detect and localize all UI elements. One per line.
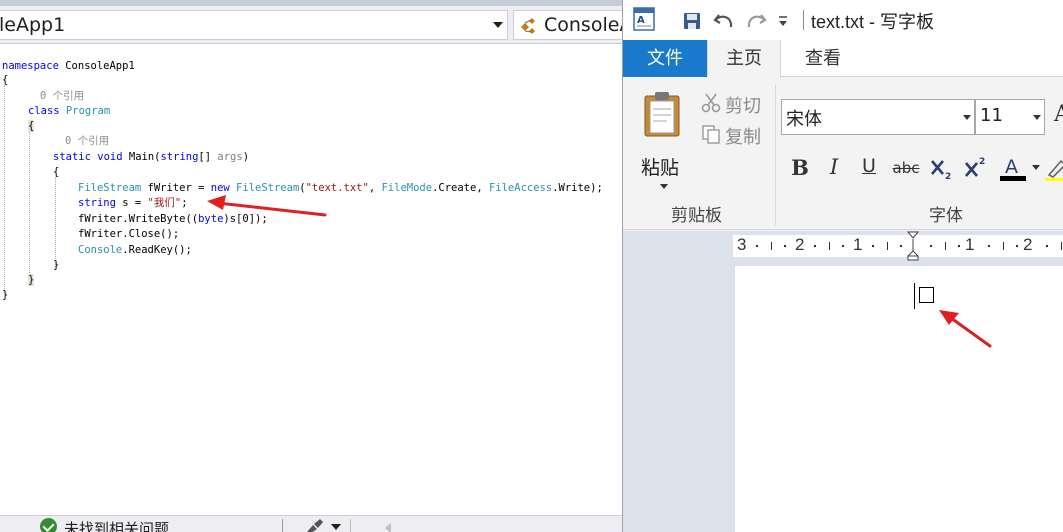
ruler-dot	[784, 245, 786, 247]
font-size-select[interactable]: 11	[975, 99, 1045, 135]
superscript-icon: 2	[965, 157, 985, 177]
save-icon[interactable]	[683, 12, 701, 30]
wordpad-app-icon[interactable]: A	[633, 7, 655, 31]
ruler-dot	[842, 245, 844, 247]
clipboard-icon	[644, 92, 680, 137]
scroll-left-icon[interactable]	[385, 523, 391, 532]
text-color-button[interactable]: A	[999, 155, 1027, 185]
ruler-number: 1	[965, 235, 975, 254]
scissors-icon	[701, 93, 721, 113]
paste-button[interactable]: 粘贴	[635, 87, 691, 191]
ruler-dot	[958, 245, 960, 247]
tab-home[interactable]: 主页	[707, 40, 781, 78]
annotation-arrow	[207, 195, 327, 217]
ribbon: 粘贴 剪切 复制 剪贴板 宋体 11 B I U abc 2 2 A 字体	[623, 77, 1063, 230]
ribbon-group-separator	[775, 85, 776, 225]
superscript-button[interactable]: 2	[963, 155, 989, 185]
subscript-icon: 2	[931, 160, 951, 182]
check-circle-icon	[40, 518, 57, 532]
status-separator	[282, 519, 283, 532]
chevron-down-icon[interactable]	[1032, 165, 1040, 170]
bold-button[interactable]: B	[789, 155, 811, 185]
copy-label: 复制	[725, 127, 761, 148]
subscript-button[interactable]: 2	[929, 155, 955, 185]
wordpad-window: A text.txt - 写字板 文件 主页 查看 粘贴 剪切 复制 剪贴板 宋…	[622, 0, 1063, 532]
ruler-area: 3 2 1 1 2	[623, 231, 1063, 266]
tab-file[interactable]: 文件	[623, 40, 707, 77]
redo-icon[interactable]	[745, 11, 767, 31]
window-title: text.txt - 写字板	[811, 12, 935, 32]
ruler-tick	[945, 242, 946, 250]
ruler-tick	[1003, 242, 1004, 250]
customize-toolbar-icon[interactable]	[777, 15, 789, 27]
paste-label: 粘贴	[641, 157, 680, 179]
copy-icon	[702, 125, 720, 144]
svg-text:2: 2	[945, 172, 951, 181]
document-area	[623, 266, 1063, 532]
indent-marker-icon[interactable]	[907, 231, 919, 261]
highlighter-icon	[1045, 159, 1063, 181]
italic-button[interactable]: I	[823, 155, 845, 185]
ruler-dot	[988, 245, 990, 247]
ruler-tick	[887, 242, 888, 250]
ruler-tick	[771, 242, 772, 250]
ruler-dot	[900, 245, 902, 247]
underline-button[interactable]: U	[857, 155, 881, 185]
tab-view[interactable]: 查看	[783, 40, 863, 77]
annotation-arrow	[939, 310, 992, 348]
ruler-number: 3	[737, 235, 747, 254]
ruler-dot	[930, 245, 932, 247]
text-color-icon: A	[1000, 156, 1026, 181]
chevron-down-icon[interactable]	[963, 115, 971, 120]
grow-font-button[interactable]: A	[1054, 102, 1063, 127]
ruler-dot	[872, 245, 874, 247]
svg-text:2: 2	[979, 157, 985, 167]
ruler-dot	[1046, 245, 1048, 247]
visual-studio-window: leApp1 ConsoleA namespace ConsoleApp1 { …	[0, 0, 622, 532]
ruler-number: 1	[853, 235, 863, 254]
status-bar: 未找到相关问题	[0, 515, 622, 532]
highlight-button[interactable]	[1045, 155, 1063, 185]
ruler-dot	[814, 245, 816, 247]
toolbar-separator	[803, 10, 804, 30]
font-family-value: 宋体	[786, 109, 822, 130]
svg-text:A: A	[637, 15, 645, 26]
chevron-down-icon[interactable]	[331, 524, 341, 530]
font-size-value: 11	[980, 105, 1003, 126]
ruler-dot	[756, 245, 758, 247]
status-text: 未找到相关问题	[64, 520, 170, 532]
ruler-tick	[1061, 242, 1062, 250]
ruler-tick	[829, 242, 830, 250]
status-separator	[350, 519, 351, 532]
title-bar: A text.txt - 写字板	[623, 0, 1063, 40]
ruler-dot	[1016, 245, 1018, 247]
svg-text:A: A	[1005, 156, 1018, 178]
chevron-down-icon[interactable]	[1033, 115, 1041, 120]
cut-button[interactable]: 剪切	[699, 91, 779, 117]
ruler-number: 2	[795, 235, 805, 254]
undo-icon[interactable]	[713, 11, 735, 31]
font-group-label: 字体	[929, 206, 963, 226]
ruler-number: 2	[1023, 235, 1033, 254]
brush-icon[interactable]	[305, 519, 327, 532]
strikethrough-button[interactable]: abc	[890, 159, 922, 189]
ruler[interactable]: 3 2 1 1 2	[733, 231, 1063, 261]
chevron-down-icon[interactable]	[660, 184, 668, 189]
ribbon-tabs: 文件 主页 查看	[623, 40, 1063, 78]
clipboard-group-label: 剪贴板	[671, 206, 722, 226]
cut-label: 剪切	[725, 96, 761, 117]
copy-button[interactable]: 复制	[699, 122, 779, 148]
font-family-select[interactable]: 宋体	[781, 99, 975, 135]
